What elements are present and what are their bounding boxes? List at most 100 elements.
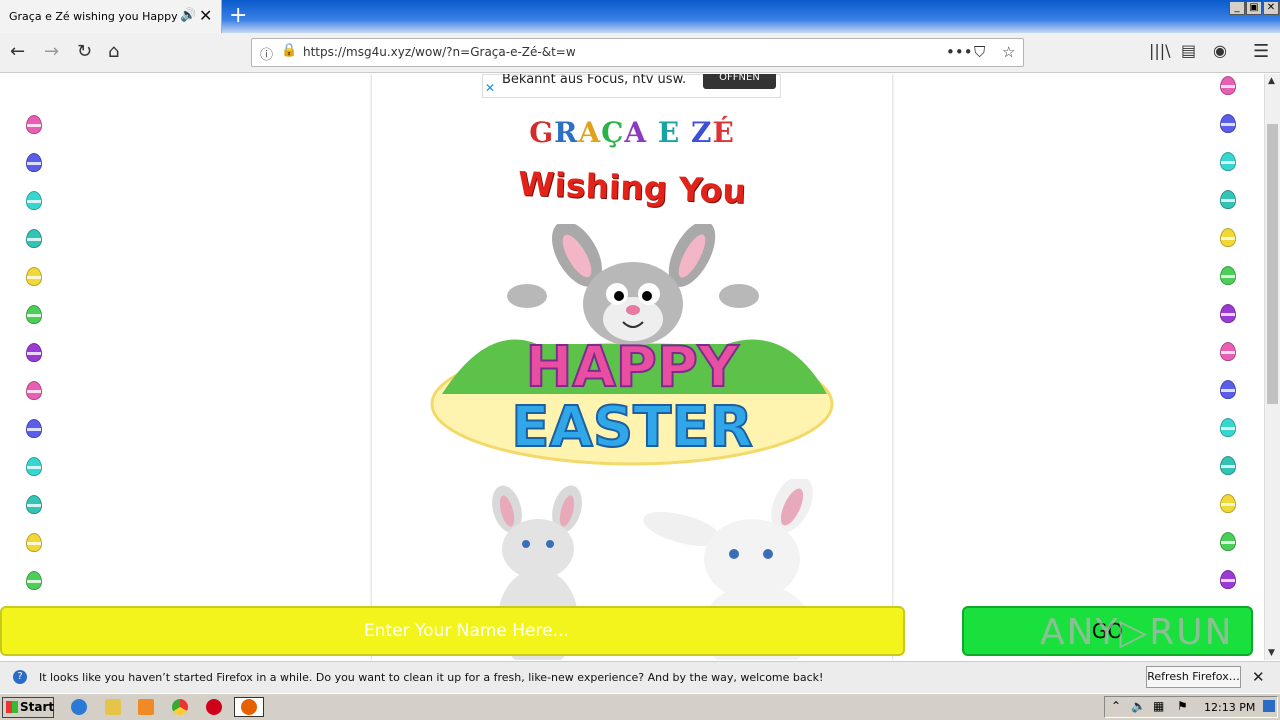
anyrun-watermark: ANY▷RUN (1040, 612, 1234, 653)
name-letter: Z (691, 116, 713, 149)
restore-button[interactable]: ▣ (1246, 1, 1262, 15)
account-icon[interactable]: ◉ (1213, 41, 1227, 60)
forward-icon[interactable]: → (44, 41, 59, 62)
url-bar[interactable]: ⓘ 🔒 https://msg4u.xyz/wow/?n=Graça-e-Zé-… (251, 38, 1024, 67)
name-letter: A (624, 116, 648, 149)
name-letter: Ç (601, 116, 625, 149)
ad-open-button[interactable]: ÖFFNEN (703, 74, 776, 89)
name-letter: É (712, 116, 735, 149)
media-player-icon[interactable] (138, 699, 154, 715)
name-letter: G (529, 116, 555, 149)
recipient-name: GRAÇA E ZÉ (372, 116, 892, 149)
ad-text[interactable]: Bekannt aus Focus, ntv usw. (502, 74, 686, 87)
volume-icon[interactable]: 🔈 (1131, 699, 1146, 713)
sidebar-icon[interactable]: ▤ (1181, 41, 1196, 60)
flag-icon[interactable]: ⚑ (1177, 699, 1188, 713)
refresh-firefox-button[interactable]: Refresh Firefox… (1146, 666, 1241, 688)
easter-egg-icon (1220, 114, 1236, 133)
taskbar: Start ⌃ 🔈 ▦ ⚑ 12:13 PM (0, 693, 1280, 720)
library-icon[interactable]: |||\ (1149, 41, 1171, 60)
speaker-icon[interactable]: 🔊 (180, 8, 196, 23)
easter-egg-icon (26, 115, 42, 134)
firefox-icon (241, 699, 257, 715)
ad-close-icon[interactable]: ✕ (485, 81, 495, 95)
easter-egg-icon (26, 267, 42, 286)
opera-icon[interactable] (206, 699, 222, 715)
easter-egg-icon (26, 571, 42, 590)
clock: 12:13 PM (1204, 701, 1256, 714)
network-icon[interactable]: ▦ (1153, 699, 1164, 713)
name-letter: R (554, 116, 579, 149)
close-tab-icon[interactable]: ✕ (199, 6, 212, 25)
lock-icon[interactable]: 🔒 (281, 43, 297, 58)
tray-expand-icon[interactable]: ⌃ (1111, 699, 1121, 713)
easter-egg-icon (1220, 532, 1236, 551)
start-button[interactable]: Start (2, 697, 54, 718)
name-letter (680, 116, 691, 149)
easter-egg-icon (1220, 494, 1236, 513)
pocket-icon[interactable]: ⛉ (974, 43, 985, 61)
easter-egg-icon (1220, 304, 1236, 323)
name-letter (647, 116, 658, 149)
easter-egg-icon (26, 381, 42, 400)
chrome-icon[interactable] (172, 699, 188, 715)
back-icon[interactable]: ← (10, 41, 25, 62)
start-label: Start (20, 700, 55, 714)
easter-egg-icon (26, 229, 42, 248)
notification-bar: ? It looks like you haven’t started Fire… (0, 661, 1280, 693)
windows-flag-icon (6, 701, 18, 713)
easter-egg-icon (1220, 190, 1236, 209)
easter-egg-icon (26, 343, 42, 362)
folder-icon[interactable] (105, 699, 121, 715)
ad-banner[interactable]: ✕ Bekannt aus Focus, ntv usw. ÖFFNEN (482, 74, 781, 98)
easter-egg-icon (1220, 342, 1236, 361)
easter-egg-icon (1220, 380, 1236, 399)
home-icon[interactable]: ⌂ (108, 41, 119, 62)
name-letter: E (657, 116, 681, 149)
info-icon[interactable]: ⓘ (260, 44, 273, 63)
ie-icon[interactable] (71, 699, 87, 715)
easter-egg-icon (1220, 76, 1236, 95)
scroll-up-icon[interactable]: ▲ (1268, 76, 1275, 86)
easter-egg-icon (1220, 456, 1236, 475)
easter-egg-icon (1220, 228, 1236, 247)
happy-easter-bunny-image: HAPPY EASTER (430, 224, 834, 466)
easter-egg-icon (26, 191, 42, 210)
easter-egg-icon (1220, 266, 1236, 285)
happy-word: HAPPY (526, 335, 740, 400)
close-window-button[interactable]: ✕ (1263, 1, 1279, 15)
nav-bar: ← → ↻ ⌂ ⓘ 🔒 https://msg4u.xyz/wow/?n=Gra… (0, 33, 1280, 73)
vertical-scrollbar[interactable]: ▲ ▼ (1264, 74, 1280, 660)
easter-egg-icon (26, 153, 42, 172)
greeting-card: ✕ Bekannt aus Focus, ntv usw. ÖFFNEN GRA… (372, 74, 892, 660)
easter-word: EASTER (511, 395, 753, 460)
easter-egg-icon (1220, 418, 1236, 437)
browser-tab[interactable]: Graça e Zé wishing you Happy East 🔊 ✕ (0, 0, 222, 33)
page-actions-icon[interactable]: ••• (946, 43, 973, 61)
easter-egg-icon (1220, 152, 1236, 171)
info-icon: ? (13, 670, 27, 684)
minimize-button[interactable]: _ (1229, 1, 1245, 15)
system-tray: ⌃ 🔈 ▦ ⚑ 12:13 PM (1104, 696, 1278, 718)
bookmark-star-icon[interactable]: ☆ (1002, 43, 1015, 61)
scroll-down-icon[interactable]: ▼ (1268, 648, 1275, 658)
wishing-you-text: Wishing You (517, 164, 747, 211)
easter-egg-icon (1220, 570, 1236, 589)
show-desktop-icon[interactable] (1263, 700, 1275, 712)
easter-egg-icon (26, 495, 42, 514)
url-text[interactable]: https://msg4u.xyz/wow/?n=Graça-e-Zé-&t=w (303, 45, 576, 59)
easter-egg-icon (26, 305, 42, 324)
easter-egg-icon (26, 419, 42, 438)
title-bar: Graça e Zé wishing you Happy East 🔊 ✕ + … (0, 0, 1280, 33)
scrollbar-thumb[interactable] (1267, 124, 1278, 404)
tab-title: Graça e Zé wishing you Happy East (9, 10, 177, 23)
name-input[interactable]: Enter Your Name Here... (0, 606, 905, 656)
easter-egg-icon (26, 457, 42, 476)
new-tab-button[interactable]: + (229, 3, 247, 28)
easter-egg-icon (26, 533, 42, 552)
reload-icon[interactable]: ↻ (77, 41, 92, 62)
close-notification-icon[interactable]: ✕ (1252, 668, 1265, 686)
menu-icon[interactable]: ☰ (1253, 41, 1269, 62)
notification-message: It looks like you haven’t started Firefo… (39, 671, 824, 684)
name-letter: A (578, 116, 602, 149)
